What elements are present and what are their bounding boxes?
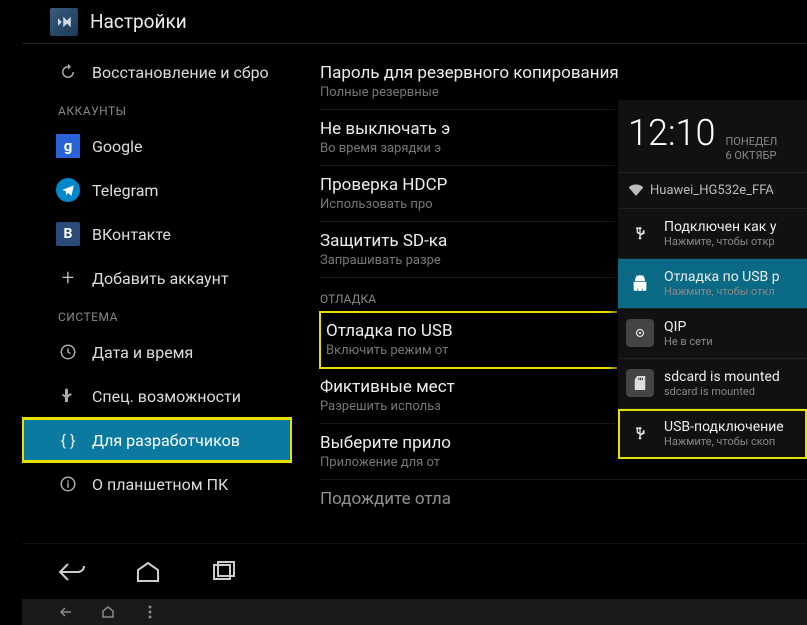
usb-icon <box>626 219 654 247</box>
notif-subtitle: Нажмите, чтобы откр <box>664 235 799 248</box>
toolbar-back-icon[interactable] <box>56 606 76 618</box>
nav-recents-button[interactable] <box>204 556 244 588</box>
notif-usb-connected[interactable]: Подключен как у Нажмите, чтобы откр <box>618 209 807 259</box>
info-icon <box>56 472 80 496</box>
notif-usb-connection[interactable]: USB-подключение Нажмите, чтобы скоп <box>618 409 807 459</box>
notif-title: QIP <box>664 319 799 335</box>
system-navbar <box>22 543 807 599</box>
notif-qip[interactable]: QIP Не в сети <box>618 309 807 359</box>
clock-time: 12:10 <box>628 112 715 154</box>
sidebar-label: Восстановление и сбро <box>92 63 269 82</box>
usb-icon <box>626 419 654 447</box>
setting-title: Пароль для резервного копирования <box>320 63 807 83</box>
sdcard-icon <box>626 369 654 397</box>
toolbar-menu-icon[interactable] <box>140 606 160 618</box>
notif-subtitle: Нажмите, чтобы откл <box>664 285 799 298</box>
sidebar-item-about[interactable]: О планшетном ПК <box>22 462 292 506</box>
sidebar-label: Telegram <box>92 181 158 200</box>
sidebar-label: О планшетном ПК <box>92 475 228 494</box>
app-header: Настройки <box>22 0 807 44</box>
hand-icon <box>56 384 80 408</box>
vk-icon: B <box>56 222 80 246</box>
notif-title: USB-подключение <box>664 419 799 435</box>
clock-date: ПОНЕДЕЛ 6 ОКТЯБР <box>725 135 777 164</box>
restore-icon <box>56 60 80 84</box>
settings-app-icon <box>50 8 78 36</box>
android-icon <box>626 269 654 297</box>
qip-icon <box>626 319 654 347</box>
sidebar-item-developer[interactable]: { } Для разработчиков <box>22 418 292 462</box>
telegram-icon <box>56 178 80 202</box>
notif-title: Подключен как у <box>664 219 799 235</box>
sidebar-item-datetime[interactable]: Дата и время <box>22 330 292 374</box>
wifi-icon <box>628 184 644 196</box>
sidebar-item-vk[interactable]: B ВКонтакте <box>22 212 292 256</box>
notif-subtitle: Не в сети <box>664 335 799 348</box>
notif-subtitle: sdcard is mounted <box>664 385 799 398</box>
sidebar-label: Для разработчиков <box>92 431 240 450</box>
notification-panel: 12:10 ПОНЕДЕЛ 6 ОКТЯБР Huawei_HG532e_FFA… <box>617 100 807 459</box>
setting-subtitle: Полные резервные <box>320 85 807 100</box>
sidebar-label: Добавить аккаунт <box>92 269 229 288</box>
notif-title: Отладка по USB р <box>664 269 799 285</box>
sidebar-item-telegram[interactable]: Telegram <box>22 168 292 212</box>
section-system: СИСТЕМА <box>22 300 292 330</box>
notif-subtitle: Нажмите, чтобы скоп <box>664 435 799 448</box>
bottom-toolbar <box>22 599 807 625</box>
sidebar-label: Дата и время <box>92 343 193 362</box>
nav-back-button[interactable] <box>52 556 92 588</box>
wifi-name: Huawei_HG532e_FFA <box>650 183 774 198</box>
app-title: Настройки <box>90 10 187 33</box>
notif-title: sdcard is mounted <box>664 369 799 385</box>
notif-header: 12:10 ПОНЕДЕЛ 6 ОКТЯБР <box>618 100 807 173</box>
nav-home-button[interactable] <box>128 556 168 588</box>
sidebar-item-google[interactable]: g Google <box>22 124 292 168</box>
sidebar-label: Спец. возможности <box>92 387 241 406</box>
notif-usb-debug[interactable]: Отладка по USB р Нажмите, чтобы откл <box>618 259 807 309</box>
sidebar-item-restore[interactable]: Восстановление и сбро <box>22 50 292 94</box>
braces-icon: { } <box>56 428 80 452</box>
setting-title: Подождите отла <box>320 489 807 509</box>
notif-sdcard[interactable]: sdcard is mounted sdcard is mounted <box>618 359 807 409</box>
clock-icon <box>56 340 80 364</box>
sidebar-item-add-account[interactable]: + Добавить аккаунт <box>22 256 292 300</box>
wifi-status[interactable]: Huawei_HG532e_FFA <box>618 173 807 209</box>
plus-icon: + <box>56 266 80 290</box>
setting-wait-debug[interactable]: Подождите отла <box>320 480 807 520</box>
toolbar-home-icon[interactable] <box>98 606 118 618</box>
sidebar-label: Google <box>92 137 143 156</box>
sidebar-label: ВКонтакте <box>92 225 171 244</box>
settings-sidebar: Восстановление и сбро АККАУНТЫ g Google … <box>22 44 292 543</box>
sidebar-item-accessibility[interactable]: Спец. возможности <box>22 374 292 418</box>
google-icon: g <box>56 134 80 158</box>
section-accounts: АККАУНТЫ <box>22 94 292 124</box>
